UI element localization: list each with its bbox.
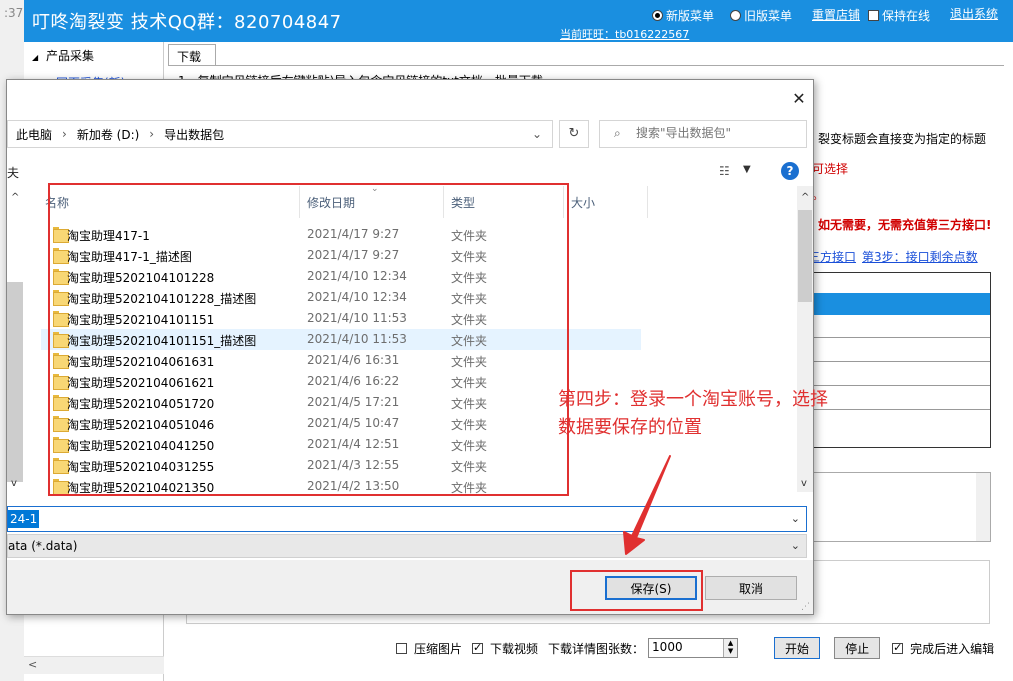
menu-old-radio[interactable]: 旧版菜单: [730, 7, 792, 24]
search-input[interactable]: [636, 126, 796, 140]
annotation-file-list-box: [48, 183, 569, 496]
background-textarea[interactable]: [812, 472, 991, 542]
radio-icon: [730, 10, 741, 21]
table-row-divider: [813, 337, 990, 338]
scroll-up-icon[interactable]: ^: [801, 192, 809, 203]
sidebar-horizontal-scrollbar[interactable]: <: [24, 656, 164, 674]
edit-after-label: 完成后进入编辑: [910, 641, 995, 656]
annotation-arrow-icon: [623, 455, 671, 555]
download-options-bar: 压缩图片 下载视频 下载详情图张数： 1000 ▲▼ 开始 停止 完成后进入编辑: [396, 636, 994, 660]
table-row-divider: [813, 409, 990, 410]
app-title: 叮咚淘裂变 技术QQ群：820704847: [32, 12, 342, 33]
scroll-down-icon[interactable]: v: [801, 478, 807, 489]
keep-online-label: 保持在线: [882, 9, 931, 23]
detail-image-count-label: 下载详情图张数：: [548, 641, 645, 656]
radio-selected-icon: [652, 10, 663, 21]
annotation-save-button-box: [570, 570, 703, 611]
search-icon: ⌕: [614, 126, 621, 140]
scroll-left-icon[interactable]: <: [28, 658, 37, 671]
close-icon[interactable]: ✕: [789, 89, 809, 108]
annotation-line-1: 第四步：登录一个淘宝账号，选择: [558, 389, 828, 410]
cancel-button[interactable]: 取消: [705, 576, 797, 600]
current-shop-link[interactable]: 当前旺旺：tb016222567: [560, 26, 689, 42]
resize-grip-icon[interactable]: ⋰: [801, 602, 810, 612]
toolbar-new-folder-partial[interactable]: 夫: [7, 164, 19, 181]
help-icon[interactable]: ?: [781, 162, 799, 180]
view-options-icon[interactable]: ☷: [719, 164, 730, 178]
refresh-icon: ↻: [568, 126, 580, 141]
chevron-down-icon[interactable]: ⌄: [532, 127, 542, 141]
chevron-right-icon: ›: [62, 127, 67, 141]
menu-new-label: 新版菜单: [666, 9, 715, 23]
table-row-divider: [813, 385, 990, 386]
tab-download[interactable]: 下载: [168, 44, 216, 66]
chevron-down-icon[interactable]: ⌄: [791, 512, 800, 525]
logout-link[interactable]: 退出系统: [950, 5, 998, 22]
sidebar-section-product-collect[interactable]: ◢ 产品采集: [32, 47, 94, 64]
scroll-up-icon[interactable]: ^: [11, 192, 19, 203]
chevron-down-icon[interactable]: ⌄: [791, 539, 800, 552]
app-header: 叮咚淘裂变 技术QQ群：820704847 新版菜单 旧版菜单 重置店铺 保持在…: [24, 0, 1013, 42]
download-video-checkbox[interactable]: [472, 641, 484, 654]
textarea-scrollbar[interactable]: [976, 473, 990, 541]
left-edge-text: :37: [4, 6, 24, 20]
menu-old-label: 旧版菜单: [744, 9, 793, 23]
breadcrumb-this-pc[interactable]: 此电脑: [16, 126, 52, 143]
sidebar-section-label: 产品采集: [45, 49, 94, 63]
count-spinner-icon[interactable]: ▲ ▼: [723, 639, 738, 657]
table-row-divider: [813, 361, 990, 362]
address-bar[interactable]: 此电脑 › 新加卷 (D:) › 导出数据包 ⌄: [7, 120, 553, 148]
third-party-api-link[interactable]: 三方接口: [808, 248, 856, 265]
annotation-text: 第四步：登录一个淘宝账号，选择 数据要保存的位置: [558, 386, 828, 442]
file-list-scrollbar[interactable]: ^ v: [797, 186, 813, 492]
download-video-label: 下载视频: [490, 641, 539, 656]
scrollbar-thumb[interactable]: [7, 282, 23, 482]
edit-after-checkbox[interactable]: [892, 641, 904, 654]
file-name-combobox[interactable]: 24-1 ⌄: [7, 506, 807, 532]
detail-image-count-input[interactable]: 1000 ▲ ▼: [648, 638, 739, 658]
annotation-line-2: 数据要保存的位置: [558, 417, 702, 438]
collapse-triangle-icon: ◢: [32, 53, 39, 62]
compress-images-checkbox[interactable]: [396, 642, 407, 654]
stop-button[interactable]: 停止: [834, 637, 881, 659]
address-row: 此电脑 › 新加卷 (D:) › 导出数据包 ⌄ ↻ ⌕: [7, 118, 813, 152]
chevron-right-icon: ›: [149, 127, 155, 141]
scrollbar-thumb[interactable]: [798, 210, 812, 302]
search-box[interactable]: ⌕: [599, 120, 807, 148]
refresh-button[interactable]: ↻: [559, 120, 589, 148]
hint-select-text: 可选择: [812, 162, 849, 176]
table-selected-row[interactable]: [813, 293, 990, 315]
column-header-size[interactable]: 大小: [571, 194, 595, 211]
content-divider: [168, 65, 1004, 66]
reset-shop-link[interactable]: 重置店铺: [812, 6, 860, 23]
file-name-input[interactable]: 24-1: [8, 510, 40, 528]
view-dropdown-icon[interactable]: ▼: [743, 164, 751, 175]
dialog-toolbar: 夫 ☷ ▼ ?: [7, 156, 813, 186]
file-type-value: ata (*.data): [8, 539, 78, 553]
api-points-link[interactable]: 第3步：接口剩余点数: [862, 248, 978, 265]
breadcrumb-export-folder[interactable]: 导出数据包: [164, 126, 224, 143]
hint-charge-text: 如无需要，无需充值第三方接口!: [818, 218, 992, 232]
scroll-down-icon[interactable]: v: [11, 478, 17, 489]
start-button[interactable]: 开始: [774, 637, 821, 659]
menu-new-radio[interactable]: 新版菜单: [652, 7, 714, 24]
background-table: [812, 272, 991, 448]
checkbox-icon: [868, 10, 879, 21]
compress-images-label: 压缩图片: [414, 641, 463, 656]
detail-image-count-value: 1000: [652, 640, 683, 654]
breadcrumb-drive-d[interactable]: 新加卷 (D:): [77, 126, 139, 143]
keep-online-checkbox[interactable]: 保持在线: [868, 7, 930, 24]
file-type-select[interactable]: ata (*.data) ⌄: [7, 534, 807, 558]
hint-title-text: 裂变标题会直接变为指定的标题: [818, 132, 987, 146]
navigation-pane-scrollbar[interactable]: ^ v: [7, 186, 29, 492]
